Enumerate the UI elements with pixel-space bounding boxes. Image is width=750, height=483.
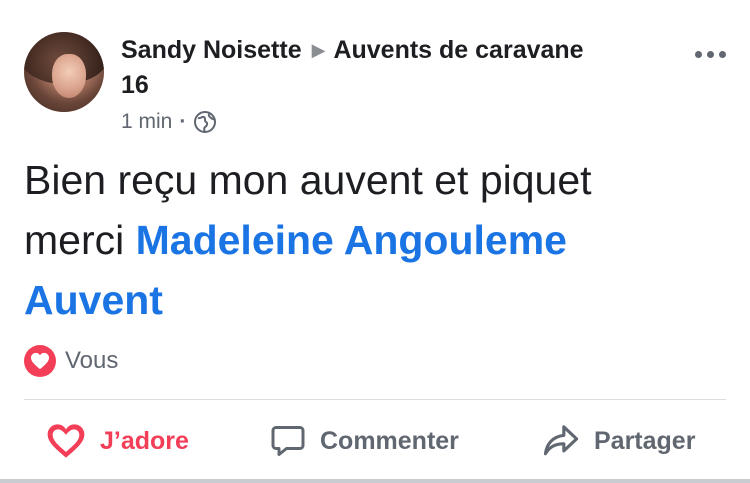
post-text-line2: merci xyxy=(24,217,125,263)
group-name-line1: Auvents de caravane xyxy=(333,36,584,64)
avatar-face xyxy=(52,54,86,98)
mention-line1: Madeleine Angouleme xyxy=(135,217,567,263)
post-time[interactable]: 1 min xyxy=(121,110,172,134)
mention-line2: Auvent xyxy=(24,277,163,323)
post-text-line1: Bien reçu mon auvent et piquet xyxy=(24,157,592,203)
author-name[interactable]: Sandy Noisette xyxy=(121,36,302,64)
author-avatar[interactable] xyxy=(24,32,104,112)
meta-separator: · xyxy=(179,110,187,133)
group-name-line2: 16 xyxy=(121,71,149,99)
share-icon xyxy=(543,425,579,456)
post-header: Sandy Noisette ▶ Auvents de caravane 16 xyxy=(121,34,681,102)
comment-button-label: Commenter xyxy=(320,426,459,455)
love-button-label: J’adore xyxy=(100,426,189,455)
heart-icon xyxy=(24,345,56,377)
reactions-summary[interactable]: Vous xyxy=(24,345,118,377)
comment-button[interactable]: Commenter xyxy=(270,417,459,465)
globe-icon[interactable] xyxy=(193,110,217,134)
share-button[interactable]: Partager xyxy=(542,417,695,465)
heart-icon xyxy=(47,424,85,458)
action-bar: J’adore Commenter Partager xyxy=(0,405,750,477)
bottom-border xyxy=(0,479,750,483)
arrow-right-icon: ▶ xyxy=(311,40,326,60)
divider xyxy=(24,399,726,400)
share-button-label: Partager xyxy=(594,426,696,455)
reactions-text: Vous xyxy=(65,347,119,374)
more-icon-dot xyxy=(694,50,702,58)
post-body: Bien reçu mon auvent et piquet merci Made… xyxy=(24,150,724,330)
more-icon-dot xyxy=(718,50,726,58)
love-button[interactable]: J’adore xyxy=(46,417,189,465)
more-icon-dot xyxy=(706,50,714,58)
more-options-button[interactable] xyxy=(690,42,730,66)
post-card: Sandy Noisette ▶ Auvents de caravane 16 1 m… xyxy=(0,0,750,483)
post-meta: 1 min · xyxy=(121,110,217,134)
comment-icon xyxy=(271,426,305,456)
